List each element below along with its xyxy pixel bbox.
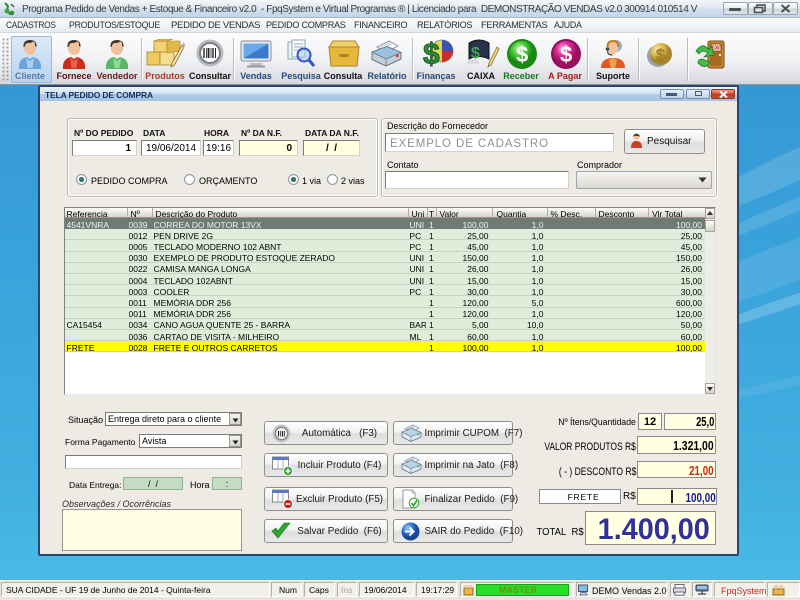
svg-text:$: $ [471,45,480,62]
svg-text:$: $ [560,42,572,67]
svg-text:$: $ [516,42,528,67]
svg-text:EXIT: EXIT [712,46,723,52]
svg-text:$: $ [656,47,665,64]
svg-text:$: $ [423,38,440,70]
